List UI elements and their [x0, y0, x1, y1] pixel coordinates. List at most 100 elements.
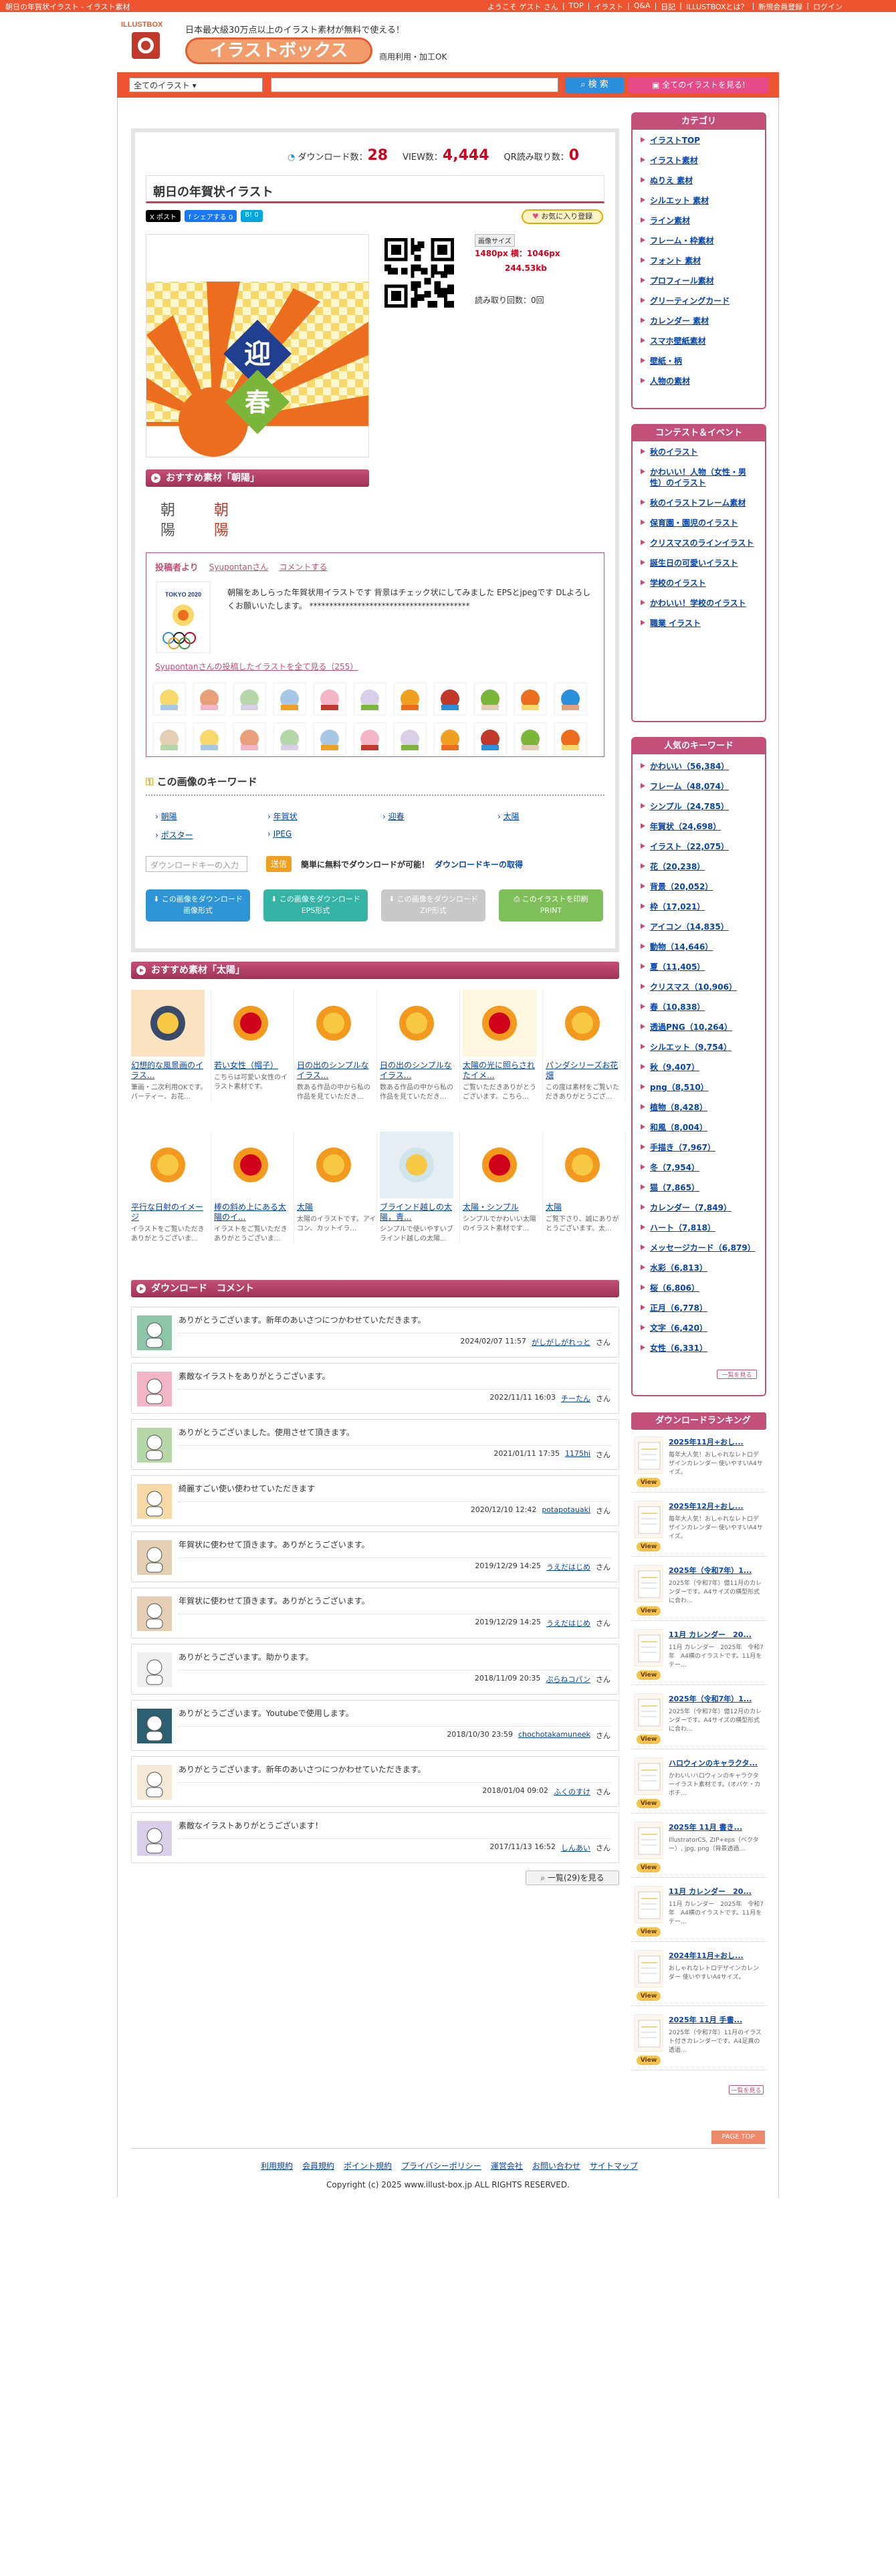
footer-link[interactable]: 運営会社 — [491, 2160, 523, 2171]
ranking-item[interactable]: View 2025年 11月 書き... IllustratorCS, ZIP+ep… — [631, 1818, 766, 1878]
popular-keyword-link[interactable]: ハート（7,818） — [641, 1222, 758, 1233]
ranking-view-badge[interactable]: View — [637, 1478, 661, 1487]
poster-thumbnail[interactable] — [473, 722, 507, 756]
commenter-link[interactable]: うえだはじめ — [546, 1618, 590, 1628]
sun-card-title[interactable]: 幻想的な風景画のイラス... — [131, 1061, 211, 1081]
sun-thumbnail[interactable] — [463, 1132, 536, 1198]
ranking-title-link[interactable]: 11月 カレンダー 20... — [669, 1629, 764, 1640]
ranking-thumbnail[interactable] — [634, 1629, 663, 1667]
ranking-title-link[interactable]: 2025年（令和7年）1... — [669, 1565, 764, 1576]
category-link[interactable]: グリーティングカード — [641, 296, 758, 306]
category-link[interactable]: 壁紙・柄 — [641, 356, 758, 366]
recommend-thumb-2[interactable]: 朝陽 — [205, 495, 245, 542]
ranking-item[interactable]: View 11月 カレンダー 20... 11月 カレンダー 2025年 令和7年 … — [631, 1882, 766, 1942]
ranking-view-badge[interactable]: View — [637, 1606, 661, 1616]
popular-keyword-link[interactable]: 水彩（6,813） — [641, 1263, 758, 1273]
sun-card[interactable]: 日の出のシンプルなイラス... 数ある作品の中から私の作品を見ていただき... — [297, 990, 377, 1102]
ranking-title-link[interactable]: 2024年11月+おし... — [669, 1950, 764, 1961]
poster-thumbnail[interactable] — [353, 722, 386, 756]
commenter-link[interactable]: chochotakamuneek — [518, 1730, 590, 1741]
popular-keyword-link[interactable]: カレンダー（7,849） — [641, 1202, 758, 1213]
download-eps-button[interactable]: ⬇ この画像をダウンロード EPS形式 — [263, 889, 368, 922]
keyword-link[interactable]: › 年賀状 — [267, 811, 298, 822]
commenter-link[interactable]: チーたん — [561, 1393, 590, 1404]
popular-keyword-link[interactable]: 桜（6,806） — [641, 1283, 758, 1293]
footer-link[interactable]: 会員規約 — [302, 2160, 334, 2171]
sun-thumbnail[interactable] — [297, 990, 370, 1057]
poster-thumbnail[interactable] — [514, 722, 547, 756]
sun-thumbnail[interactable] — [463, 990, 536, 1057]
popular-keyword-link[interactable]: 手描き（7,967） — [641, 1142, 758, 1153]
sun-card-title[interactable]: 平行な日射のイメージ — [131, 1202, 211, 1222]
ranking-title-link[interactable]: 2025年 11月 書き... — [669, 1822, 764, 1832]
sun-card-title[interactable]: パンダシリーズお花畑 — [546, 1061, 625, 1081]
ranking-view-badge[interactable]: View — [637, 1735, 661, 1744]
sun-thumbnail[interactable] — [380, 990, 453, 1057]
ranking-thumbnail[interactable] — [634, 1501, 663, 1538]
commenter-link[interactable]: ふくのすけ — [554, 1786, 590, 1797]
popular-more-button[interactable]: 一覧を見る — [717, 1370, 757, 1379]
category-link[interactable]: フレーム・枠素材 — [641, 235, 758, 246]
sun-thumbnail[interactable] — [214, 1132, 288, 1198]
ranking-item[interactable]: View 2025年12月+おし... 毎年大人気！おしゃれなレトロデザインカレンダ… — [631, 1497, 766, 1557]
popular-keyword-link[interactable]: 秋（9,407） — [641, 1062, 758, 1073]
category-link[interactable]: カレンダー 素材 — [641, 316, 758, 326]
sun-card[interactable]: 棒の斜め上にある太陽のイ... イラストをご覧いただきありがとうございま... — [214, 1132, 294, 1244]
footer-link[interactable]: ポイント規約 — [344, 2160, 392, 2171]
about-link[interactable]: ILLUSTBOXとは？ — [686, 1, 748, 12]
commenter-link[interactable]: うえだはじめ — [546, 1562, 590, 1572]
popular-keyword-link[interactable]: 冬（7,954） — [641, 1162, 758, 1173]
ranking-thumbnail[interactable] — [634, 1436, 663, 1474]
ranking-title-link[interactable]: 2025年11月+おし... — [669, 1436, 764, 1447]
footer-link[interactable]: お問い合わせ — [532, 2160, 580, 2171]
sun-card[interactable]: 太陽 太陽のイラストです。アイコン、カットイラ... — [297, 1132, 377, 1234]
sun-thumbnail[interactable] — [131, 1132, 205, 1198]
category-link[interactable]: シルエット 素材 — [641, 195, 758, 206]
sun-card[interactable]: 日の出のシンプルなイラス... 数ある作品の中から私の作品を見ていただき... — [380, 990, 460, 1102]
event-link[interactable]: かわいい！人物（女性・男性）のイラスト — [641, 467, 758, 488]
category-link[interactable]: ライン素材 — [641, 215, 758, 226]
popular-keyword-link[interactable]: 夏（11,405） — [641, 962, 758, 972]
ranking-item[interactable]: View 11月 カレンダー 20... 11月 カレンダー 2025年 令和7年 … — [631, 1625, 766, 1685]
event-link[interactable]: 誕生日の可愛いイラスト — [641, 558, 758, 568]
category-link[interactable]: イラスト素材 — [641, 155, 758, 166]
login-link[interactable]: ログイン — [813, 1, 843, 12]
ranking-item[interactable]: View 2024年11月+おし... おしゃれなレトロデザインカレンダー 使いやす… — [631, 1946, 766, 2006]
poster-name-link[interactable]: Syupontanさん — [209, 561, 269, 572]
popular-keyword-link[interactable]: 文字（6,420） — [641, 1323, 758, 1333]
poster-thumbnail[interactable] — [554, 722, 587, 756]
poster-all-link[interactable]: Syupontanさんの投稿したイラストを全て見る（255） — [155, 661, 358, 672]
popular-keyword-link[interactable]: クリスマス（10,906） — [641, 982, 758, 992]
sun-card-title[interactable]: 太陽の光に照らされたイメ... — [463, 1061, 542, 1081]
popular-keyword-link[interactable]: 花（20,238） — [641, 861, 758, 872]
category-link[interactable]: ぬりえ 素材 — [641, 175, 758, 186]
poster-thumbnail[interactable] — [514, 682, 547, 716]
popular-keyword-link[interactable]: 女性（6,331） — [641, 1343, 758, 1354]
ranking-thumbnail[interactable] — [634, 1950, 663, 1988]
sun-card[interactable]: 幻想的な風景画のイラス... 筆画・二次利用OKです。パーティー、お花... — [131, 990, 211, 1102]
sun-card-title[interactable]: 太陽 — [546, 1202, 625, 1212]
keyword-link[interactable]: › ポスター — [155, 829, 193, 841]
sun-card[interactable]: 太陽 ご覧下さり、誠にありがとうございます。太... — [546, 1132, 626, 1234]
event-link[interactable]: クリスマスのラインイラスト — [641, 538, 758, 548]
commenter-link[interactable]: 1175hi — [565, 1449, 590, 1460]
comment-link[interactable]: コメントする — [279, 561, 327, 572]
popular-keyword-link[interactable]: 植物（8,428） — [641, 1102, 758, 1113]
download-zip-button[interactable]: ⬇ この画像をダウンロード ZIP形式 — [381, 889, 485, 922]
favorite-button[interactable]: ♥ お気に入り登録 — [522, 209, 603, 224]
diary-link[interactable]: 日記 — [661, 1, 675, 12]
ranking-thumbnail[interactable] — [634, 1565, 663, 1602]
download-image-button[interactable]: ⬇ この画像をダウンロード 画像形式 — [146, 889, 250, 922]
ranking-title-link[interactable]: 2025年12月+おし... — [669, 1501, 764, 1511]
keyword-link[interactable]: › 迎春 — [382, 811, 405, 822]
sun-thumbnail[interactable] — [546, 1132, 619, 1198]
ranking-view-badge[interactable]: View — [637, 1863, 661, 1872]
poster-thumbnail[interactable] — [233, 682, 266, 716]
sun-card-title[interactable]: 日の出のシンプルなイラス... — [380, 1061, 459, 1081]
ranking-item[interactable]: View 2025年（令和7年）1... 2025年（令和7年）億11月のカレンダー… — [631, 1561, 766, 1621]
sun-card[interactable]: パンダシリーズお花畑 この度は素材をご覧いただきありがとうござ... — [546, 990, 626, 1102]
popular-keyword-link[interactable]: png（8,510） — [641, 1082, 758, 1093]
top-link[interactable]: TOP — [569, 1, 584, 12]
sun-card-title[interactable]: 日の出のシンプルなイラス... — [297, 1061, 376, 1081]
popular-keyword-link[interactable]: フレーム（48,074） — [641, 781, 758, 792]
